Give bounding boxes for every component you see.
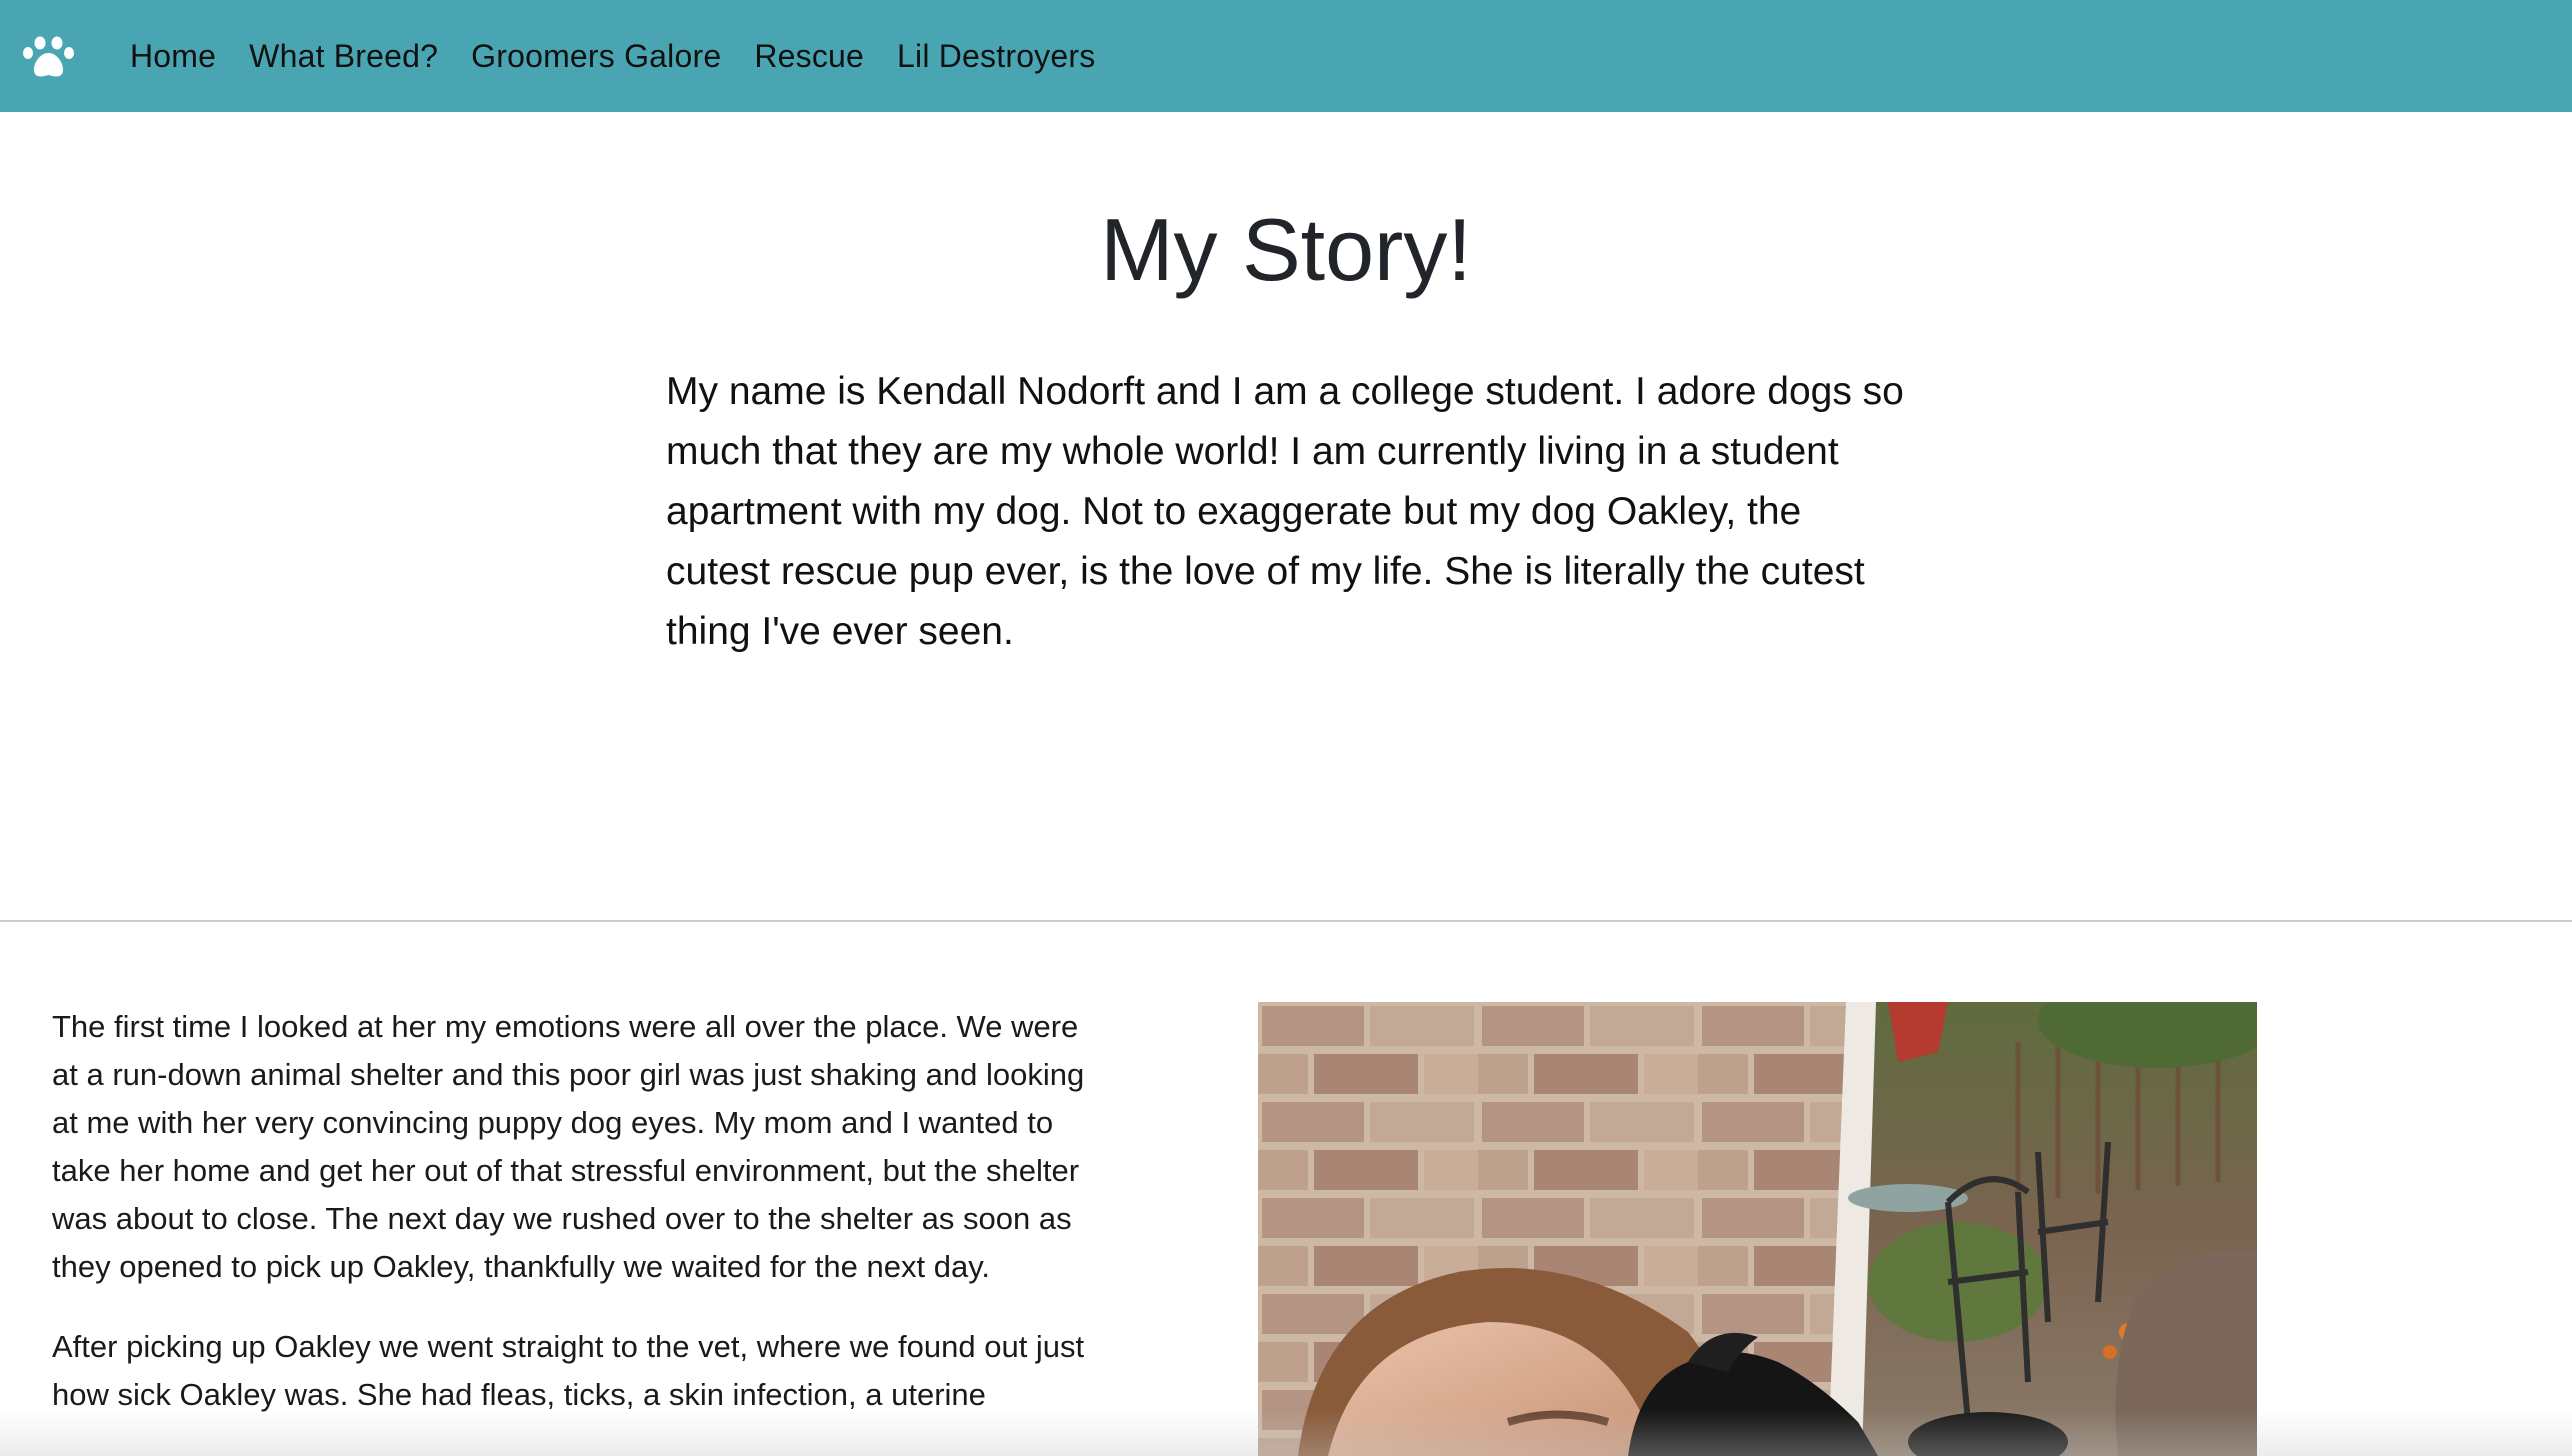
nav-link-lil-destroyers[interactable]: Lil Destroyers: [897, 38, 1095, 75]
story-paragraph-1: The first time I looked at her my emotio…: [52, 1009, 1085, 1284]
nav-link-what-breed[interactable]: What Breed?: [249, 38, 438, 75]
page-title: My Story!: [1100, 200, 1472, 299]
paw-icon[interactable]: [22, 36, 80, 80]
intro-paragraph: My name is Kendall Nodorft and I am a co…: [666, 370, 1904, 653]
top-navbar: Home What Breed? Groomers Galore Rescue …: [0, 0, 2572, 112]
nav-link-home[interactable]: Home: [130, 38, 216, 75]
nav-link-rescue[interactable]: Rescue: [754, 38, 864, 75]
story-paragraph-2: After picking up Oakley we went straight…: [52, 1329, 1085, 1412]
story-text-column: The first time I looked at her my emotio…: [52, 1003, 1102, 1451]
nav-links: Home What Breed? Groomers Galore Rescue …: [130, 0, 1128, 112]
oakley-photo: [1258, 1002, 2257, 1456]
section-divider: [0, 920, 2572, 922]
nav-link-groomers-galore[interactable]: Groomers Galore: [471, 38, 721, 75]
